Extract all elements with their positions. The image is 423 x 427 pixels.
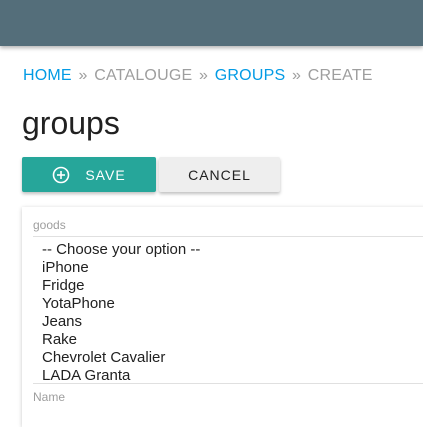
breadcrumb-groups-link[interactable]: GROUPS <box>215 67 286 84</box>
top-navbar <box>0 0 423 46</box>
save-button-label: SAVE <box>85 166 126 183</box>
goods-option[interactable]: iPhone <box>33 259 423 277</box>
breadcrumb-create: CREATE <box>307 67 373 84</box>
breadcrumb: HOME » CATALOUGE » GROUPS » CREATE <box>23 66 373 86</box>
cancel-button-label: CANCEL <box>188 166 251 183</box>
page-title: groups <box>22 105 120 141</box>
goods-option[interactable]: Jeans <box>33 313 423 331</box>
breadcrumb-separator: » <box>199 67 209 84</box>
breadcrumb-home-link[interactable]: HOME <box>23 67 72 84</box>
breadcrumb-separator: » <box>291 67 302 84</box>
goods-option[interactable]: -- Choose your option -- <box>33 241 423 259</box>
goods-option[interactable]: Chevrolet Cavalier <box>33 349 423 367</box>
goods-option[interactable]: Fridge <box>33 277 423 295</box>
save-button[interactable]: SAVE <box>22 157 156 192</box>
breadcrumb-catalouge: CATALOUGE <box>94 67 193 84</box>
goods-option[interactable]: LADA Granta <box>33 367 423 383</box>
group-form-card: goods -- Choose your option -- iPhone Fr… <box>22 207 423 427</box>
cancel-button[interactable]: CANCEL <box>159 157 280 192</box>
goods-option[interactable]: YotaPhone <box>33 295 423 313</box>
goods-multiselect[interactable]: -- Choose your option -- iPhone Fridge Y… <box>33 236 423 384</box>
breadcrumb-separator: » <box>78 67 88 84</box>
goods-label: goods <box>33 218 66 232</box>
add-circle-icon <box>52 166 70 184</box>
goods-option[interactable]: Rake <box>33 331 423 349</box>
name-label: Name <box>33 390 66 404</box>
